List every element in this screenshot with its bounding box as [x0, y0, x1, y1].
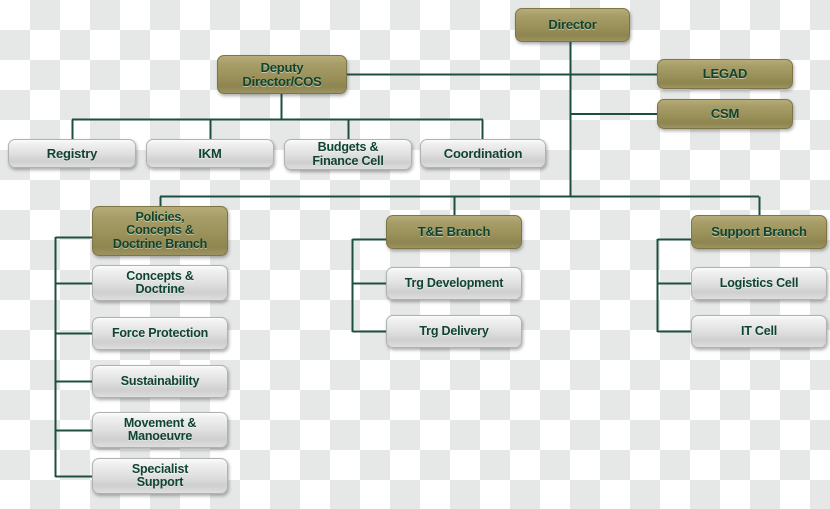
org-node-deputy[interactable]: Deputy Director/COS [217, 55, 347, 94]
org-node-specialist[interactable]: Specialist Support [92, 458, 228, 494]
org-node-trg-del[interactable]: Trg Delivery [386, 315, 522, 348]
org-node-sustainability[interactable]: Sustainability [92, 365, 228, 398]
org-node-csm[interactable]: CSM [657, 99, 793, 129]
org-chart-canvas: Director Deputy Director/COS LEGAD CSM Regis… [0, 0, 830, 509]
org-node-ikm[interactable]: IKM [146, 139, 274, 168]
org-node-registry[interactable]: Registry [8, 139, 136, 168]
org-node-concepts[interactable]: Concepts & Doctrine [92, 265, 228, 301]
org-node-force-prot[interactable]: Force Protection [92, 317, 228, 350]
org-node-director[interactable]: Director [515, 8, 630, 42]
org-node-trg-dev[interactable]: Trg Development [386, 267, 522, 300]
org-node-coordination[interactable]: Coordination [420, 139, 546, 168]
org-node-movement[interactable]: Movement & Manoeuvre [92, 412, 228, 448]
org-node-support-branch[interactable]: Support Branch [691, 215, 827, 249]
org-node-te-branch[interactable]: T&E Branch [386, 215, 522, 249]
org-node-legad[interactable]: LEGAD [657, 59, 793, 89]
org-node-it-cell[interactable]: IT Cell [691, 315, 827, 348]
org-node-logistics[interactable]: Logistics Cell [691, 267, 827, 300]
org-node-policies[interactable]: Policies, Concepts & Doctrine Branch [92, 206, 228, 256]
org-node-budgets[interactable]: Budgets & Finance Cell [284, 139, 412, 170]
